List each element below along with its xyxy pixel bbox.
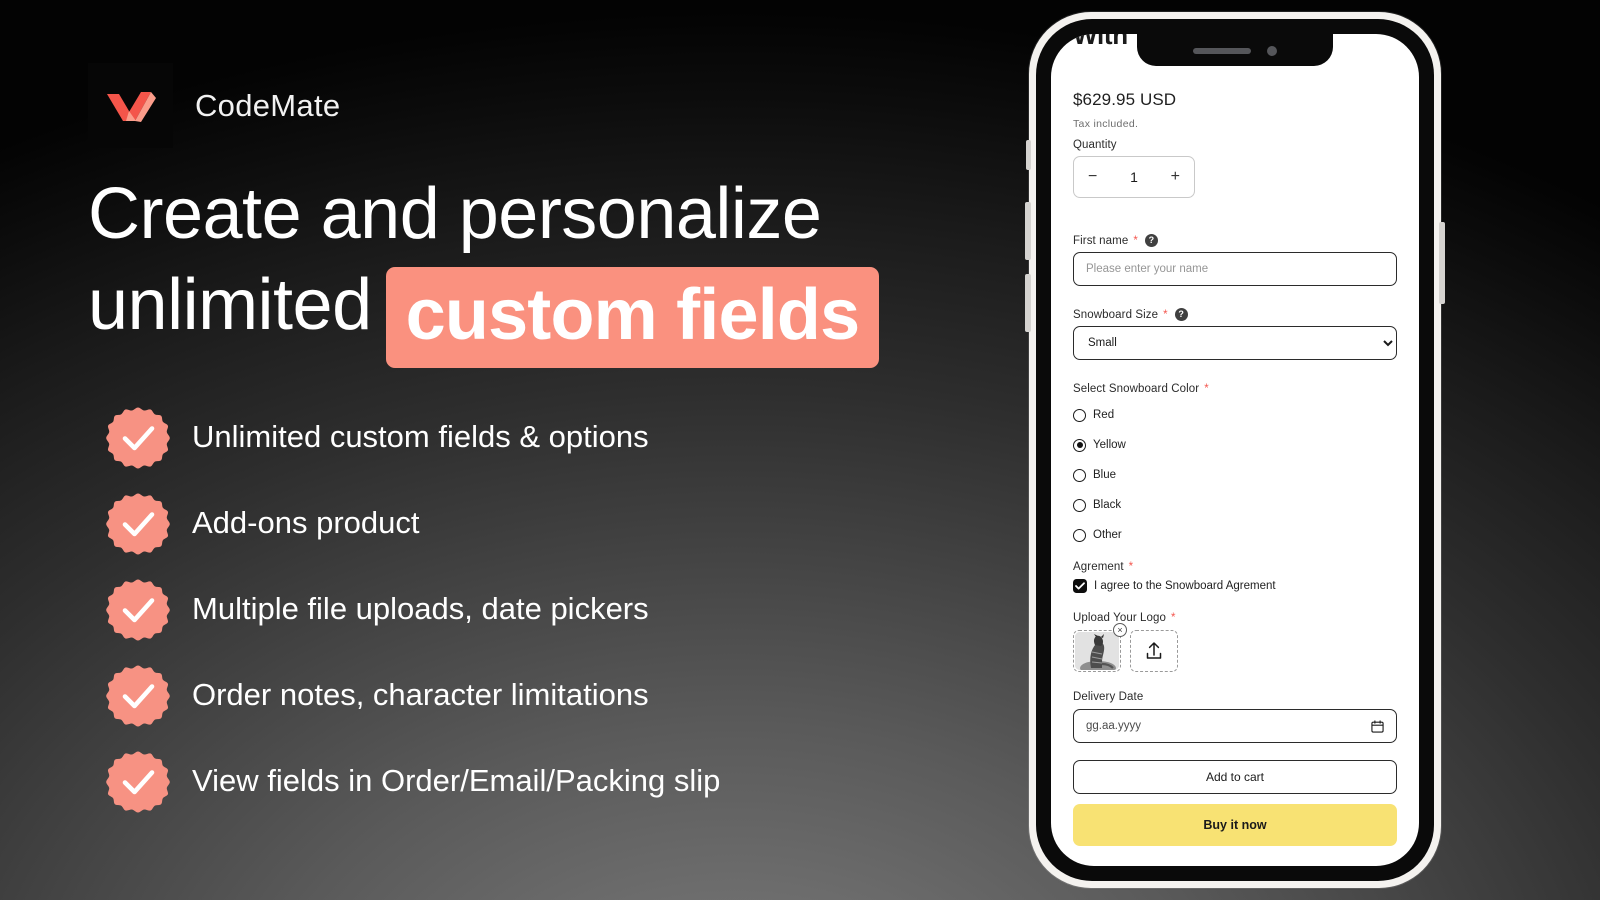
- front-camera-icon: [1267, 46, 1277, 56]
- phone-mockup: With $629.95 USD Tax included. Quantity …: [1025, 12, 1445, 888]
- codemate-logo-icon: [88, 63, 173, 148]
- brand-name: CodeMate: [195, 87, 341, 123]
- check-badge-icon: [106, 491, 170, 555]
- volume-down-button[interactable]: [1025, 274, 1031, 332]
- list-item-label: Add-ons product: [192, 505, 420, 540]
- snowboard-size-label-text: Snowboard Size: [1073, 308, 1159, 321]
- radio-option-label: Yellow: [1093, 439, 1126, 451]
- radio-option-label: Black: [1093, 499, 1122, 511]
- phone-frame: With $629.95 USD Tax included. Quantity …: [1036, 19, 1434, 881]
- quantity-stepper[interactable]: − 1 +: [1073, 156, 1195, 198]
- upload-logo-row: ×: [1073, 623, 1178, 672]
- list-item-label: Multiple file uploads, date pickers: [192, 591, 649, 626]
- feature-list: Unlimited custom fields & options Add-on…: [106, 404, 720, 814]
- delivery-date-value: gg.aa.yyyy: [1086, 720, 1141, 732]
- tax-note: Tax included.: [1073, 118, 1139, 130]
- silence-switch[interactable]: [1026, 140, 1031, 170]
- phone-notch: [1137, 34, 1333, 66]
- radio-dot-icon[interactable]: [1073, 468, 1086, 482]
- radio-dot-icon[interactable]: [1073, 438, 1086, 452]
- headline-line-1: Create and personalize: [88, 174, 822, 254]
- remove-upload-icon[interactable]: ×: [1113, 623, 1127, 637]
- first-name-label-text: First name: [1073, 234, 1129, 247]
- phone-screen: With $629.95 USD Tax included. Quantity …: [1051, 34, 1419, 866]
- radio-dot-icon[interactable]: [1073, 408, 1086, 422]
- radio-option-other[interactable]: Other: [1073, 520, 1126, 550]
- snowboard-size-label: Snowboard Size * ?: [1073, 308, 1188, 321]
- radio-option-label: Blue: [1093, 469, 1117, 481]
- thumbnail-image: [1075, 632, 1119, 670]
- check-badge-icon: [106, 405, 170, 469]
- agreement-checkbox-label: I agree to the Snowboard Agrement: [1094, 580, 1276, 592]
- left-content-panel: CodeMate Create and personalize unlimite…: [0, 0, 1000, 900]
- first-name-label: First name * ?: [1073, 234, 1158, 247]
- upload-arrow-icon: [1146, 642, 1162, 659]
- agreement-label: Agrement *: [1073, 561, 1133, 573]
- radio-option-label: Red: [1093, 409, 1115, 421]
- check-badge-icon: [106, 749, 170, 813]
- quantity-increment-button[interactable]: +: [1171, 169, 1180, 185]
- headline-highlight: custom fields: [385, 267, 880, 368]
- volume-up-button[interactable]: [1025, 202, 1031, 260]
- agreement-label-text: Agrement: [1073, 561, 1124, 573]
- calendar-icon[interactable]: [1371, 719, 1384, 733]
- checkbox-checked-icon[interactable]: [1073, 579, 1087, 593]
- quantity-value: 1: [1130, 169, 1138, 185]
- radio-option-yellow[interactable]: Yellow: [1073, 430, 1126, 460]
- snowboard-color-label-text: Select Snowboard Color: [1073, 383, 1200, 395]
- first-name-input[interactable]: [1073, 252, 1397, 286]
- brand-lockup: CodeMate: [88, 63, 340, 148]
- list-item-label: Unlimited custom fields & options: [192, 419, 649, 454]
- required-asterisk: *: [1133, 234, 1138, 247]
- power-button[interactable]: [1439, 222, 1445, 304]
- required-asterisk: *: [1204, 383, 1209, 395]
- check-badge-icon: [106, 663, 170, 727]
- radio-dot-icon[interactable]: [1073, 498, 1086, 512]
- radio-option-label: Other: [1093, 529, 1122, 541]
- required-asterisk: *: [1171, 612, 1176, 624]
- headline-line-2: unlimited custom fields: [88, 257, 958, 368]
- radio-dot-icon[interactable]: [1073, 528, 1086, 542]
- upload-logo-label: Upload Your Logo *: [1073, 612, 1176, 624]
- check-badge-icon: [106, 577, 170, 641]
- list-item: Order notes, character limitations: [106, 662, 720, 728]
- headline-line-2-prefix: unlimited: [88, 265, 372, 345]
- radio-option-blue[interactable]: Blue: [1073, 460, 1126, 490]
- page-title: Create and personalize unlimited custom f…: [88, 172, 958, 368]
- uploaded-image-thumbnail[interactable]: ×: [1073, 623, 1127, 672]
- list-item-label: Order notes, character limitations: [192, 677, 649, 712]
- help-icon[interactable]: ?: [1144, 234, 1158, 247]
- radio-option-red[interactable]: Red: [1073, 400, 1126, 430]
- snowboard-color-label: Select Snowboard Color *: [1073, 383, 1209, 395]
- list-item: View fields in Order/Email/Packing slip: [106, 748, 720, 814]
- list-item: Add-ons product: [106, 490, 720, 556]
- delivery-date-label-text: Delivery Date: [1073, 691, 1144, 703]
- snowboard-size-select[interactable]: Small: [1073, 326, 1397, 360]
- agreement-checkbox-row[interactable]: I agree to the Snowboard Agrement: [1073, 579, 1276, 593]
- product-price: $629.95 USD: [1073, 90, 1177, 109]
- add-to-cart-button[interactable]: Add to cart: [1073, 760, 1397, 794]
- earpiece-speaker-icon: [1193, 48, 1251, 54]
- help-icon[interactable]: ?: [1174, 308, 1188, 321]
- required-asterisk: *: [1128, 561, 1134, 573]
- product-heading: With: [1073, 34, 1128, 50]
- delivery-date-label: Delivery Date: [1073, 691, 1143, 703]
- list-item: Multiple file uploads, date pickers: [106, 576, 720, 642]
- upload-dropzone-button[interactable]: [1130, 630, 1178, 672]
- product-form: With $629.95 USD Tax included. Quantity …: [1051, 34, 1419, 866]
- buy-it-now-button[interactable]: Buy it now: [1073, 804, 1397, 846]
- list-item-label: View fields in Order/Email/Packing slip: [192, 763, 721, 798]
- quantity-decrement-button[interactable]: −: [1088, 169, 1097, 185]
- promo-banner: CodeMate Create and personalize unlimite…: [0, 0, 1600, 900]
- required-asterisk: *: [1163, 308, 1168, 321]
- quantity-label: Quantity: [1073, 139, 1117, 151]
- delivery-date-input[interactable]: gg.aa.yyyy: [1073, 709, 1397, 743]
- radio-option-black[interactable]: Black: [1073, 490, 1126, 520]
- quantity-label-text: Quantity: [1073, 139, 1117, 151]
- list-item: Unlimited custom fields & options: [106, 404, 720, 470]
- snowboard-color-radio-group: Red Yellow Blue Black Other: [1073, 400, 1126, 550]
